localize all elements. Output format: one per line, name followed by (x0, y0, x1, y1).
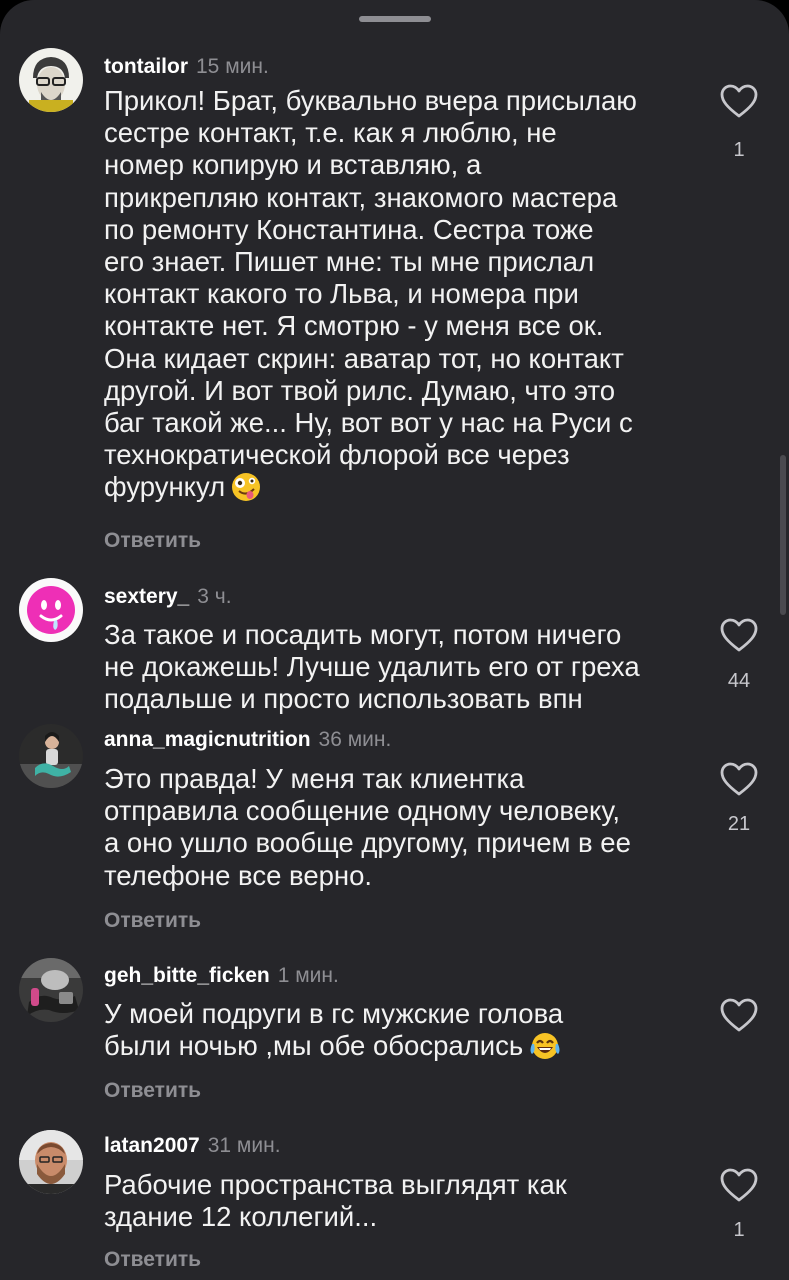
comment-meta: anna_magicnutrition 36 мин. (104, 727, 391, 753)
scrollbar[interactable] (780, 455, 786, 615)
sheet-drag-handle[interactable] (359, 16, 431, 22)
heart-outline-icon[interactable] (719, 82, 759, 122)
heart-outline-icon[interactable] (719, 760, 759, 800)
comment-meta: geh_bitte_ficken 1 мин. (104, 963, 339, 989)
avatar[interactable] (19, 958, 83, 1022)
timestamp: 1 мин. (277, 964, 339, 987)
like-count: 1 (733, 139, 745, 161)
username[interactable]: latan2007 (104, 1134, 200, 1157)
like-count: 21 (727, 813, 751, 835)
avatar[interactable] (19, 724, 83, 788)
heart-outline-icon[interactable] (719, 996, 759, 1036)
comment-text: Рабочие пространства выглядят как здание… (104, 1169, 567, 1233)
avatar[interactable] (19, 578, 83, 642)
timestamp: 15 мин. (196, 55, 269, 78)
comment-text-content: Прикол! Брат, буквально вчера присылаю с… (104, 85, 637, 503)
comment-text: За такое и посадить могут, потом ничего … (104, 619, 640, 715)
like-count: 1 (733, 1219, 745, 1241)
timestamp: 36 мин. (318, 728, 392, 751)
heart-outline-icon[interactable] (719, 616, 759, 656)
heart-outline-icon[interactable] (719, 1166, 759, 1206)
comment-text-content: У моей подруги в гс мужские голова были … (104, 998, 564, 1062)
username[interactable]: anna_magicnutrition (104, 728, 311, 751)
comment-text: У моей подруги в гс мужские голова были … (104, 998, 704, 1068)
timestamp: 3 ч. (197, 585, 232, 608)
comment-text: Это правда! У меня так клиентка отправил… (104, 763, 631, 891)
username[interactable]: sextery_ (104, 585, 189, 608)
avatar[interactable] (19, 1130, 83, 1194)
comment-text: Прикол! Брат, буквально вчера присылаю с… (104, 85, 704, 510)
timestamp: 31 мин. (207, 1134, 281, 1157)
avatar[interactable] (19, 48, 83, 112)
comment-meta: latan2007 31 мин. (104, 1133, 281, 1159)
tears-of-joy-face-icon (529, 1031, 561, 1068)
zany-face-icon (231, 472, 261, 509)
reply-button[interactable]: Ответить (104, 909, 201, 933)
username[interactable]: tontailor (104, 55, 188, 78)
reply-button[interactable]: Ответить (104, 1248, 201, 1272)
like-count: 44 (727, 670, 751, 692)
username[interactable]: geh_bitte_ficken (104, 964, 270, 987)
reply-button[interactable]: Ответить (104, 1079, 201, 1103)
reply-button[interactable]: Ответить (104, 529, 201, 553)
comments-sheet: tontailor 15 мин. Прикол! Брат, буквально… (0, 0, 789, 1280)
comment-meta: tontailor 15 мин. (104, 54, 269, 80)
comment-meta: sextery_ 3 ч. (104, 584, 232, 610)
